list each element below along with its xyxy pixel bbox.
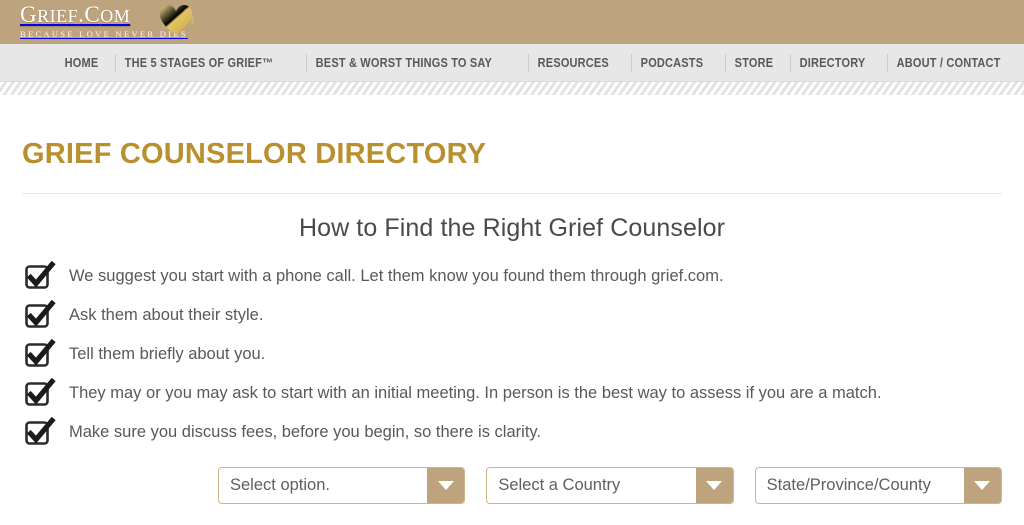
- list-item: Tell them briefly about you.: [22, 339, 1002, 378]
- chevron-down-icon[interactable]: [427, 468, 465, 503]
- list-item: Make sure you discuss fees, before you b…: [22, 417, 1002, 456]
- checked-box-icon: [24, 417, 56, 447]
- select-country-dropdown[interactable]: Select a Country: [486, 467, 734, 504]
- main-content: GRIEF COUNSELOR DIRECTORY How to Find th…: [0, 138, 1024, 504]
- checked-box-icon: [24, 300, 56, 330]
- list-item-label: We suggest you start with a phone call. …: [69, 267, 724, 285]
- list-item-label: They may or you may ask to start with an…: [69, 384, 882, 402]
- page-title: GRIEF COUNSELOR DIRECTORY: [22, 138, 487, 170]
- chevron-down-icon[interactable]: [963, 468, 1001, 503]
- decorative-stripe-band: [0, 82, 1024, 95]
- list-item-label: Tell them briefly about you.: [69, 345, 266, 363]
- section-subtitle: How to Find the Right Grief Counselor: [298, 214, 726, 242]
- select-country-value: Select a Country: [498, 476, 621, 494]
- primary-navigation: HOME THE 5 STAGES OF GRIEF™ BEST & WORST…: [0, 44, 1024, 82]
- select-state-value: State/Province/County: [766, 476, 931, 494]
- nav-item-podcasts[interactable]: PODCASTS: [631, 53, 713, 72]
- checked-box-icon: [24, 339, 56, 369]
- nav-item-five-stages[interactable]: THE 5 STAGES OF GRIEF™: [115, 53, 283, 72]
- nav-item-home[interactable]: HOME: [55, 55, 108, 71]
- gold-heart-icon: [158, 2, 200, 36]
- nav-item-about-contact[interactable]: ABOUT / CONTACT: [887, 53, 1010, 72]
- chevron-down-icon[interactable]: [695, 468, 733, 503]
- checked-box-icon: [24, 378, 56, 408]
- list-item-label: Make sure you discuss fees, before you b…: [69, 423, 542, 441]
- nav-item-store[interactable]: STORE: [724, 53, 783, 72]
- how-to-checklist: We suggest you start with a phone call. …: [22, 261, 1002, 456]
- select-state-dropdown[interactable]: State/Province/County: [754, 467, 1002, 504]
- directory-filter-row: Select option. Select a Country State/Pr…: [22, 467, 1002, 504]
- checked-box-icon: [24, 261, 56, 291]
- list-item: We suggest you start with a phone call. …: [22, 261, 1002, 300]
- nav-item-directory[interactable]: DIRECTORY: [790, 53, 875, 72]
- select-option-value: Select option.: [230, 476, 330, 494]
- site-header: GRIEF.COM BECAUSE LOVE NEVER DIES: [0, 0, 1024, 44]
- list-item: They may or you may ask to start with an…: [22, 378, 1002, 417]
- title-divider: [22, 193, 1002, 194]
- list-item-label: Ask them about their style.: [69, 306, 264, 324]
- nav-item-best-worst[interactable]: BEST & WORST THINGS TO SAY: [306, 53, 502, 72]
- nav-item-resources[interactable]: RESOURCES: [528, 53, 619, 72]
- list-item: Ask them about their style.: [22, 300, 1002, 339]
- select-option-dropdown[interactable]: Select option.: [218, 467, 466, 504]
